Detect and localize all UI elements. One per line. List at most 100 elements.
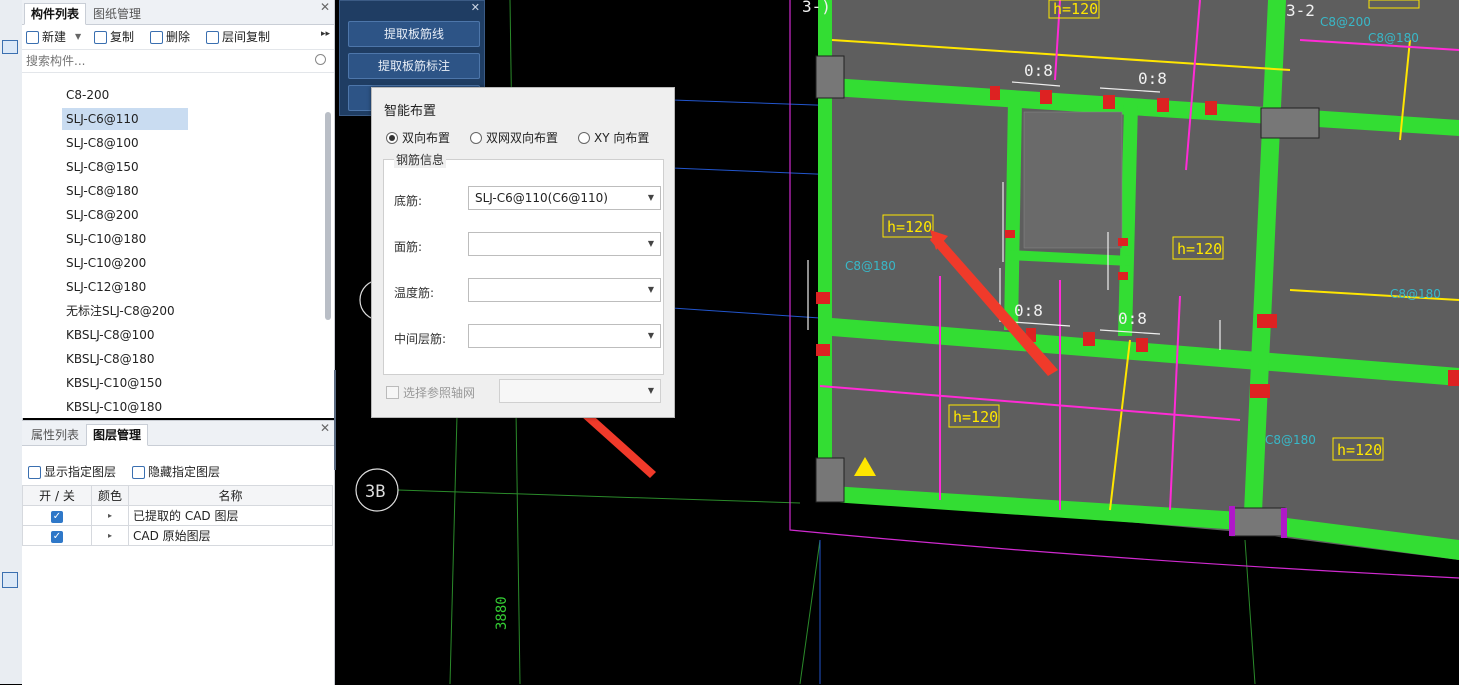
radio-double-net[interactable]: 双网双向布置 xyxy=(470,129,558,146)
table-row[interactable]: ✓ ▸ CAD 原始图层 xyxy=(22,525,333,546)
list-item[interactable]: SLJ-C10@180 xyxy=(62,228,150,250)
list-item[interactable]: SLJ-C10@200 xyxy=(62,252,150,274)
expand-icon[interactable]: ▸ xyxy=(91,525,129,546)
layers-hide-icon xyxy=(132,465,145,479)
svg-text:C8@180: C8@180 xyxy=(1390,287,1441,301)
strip-icon[interactable] xyxy=(2,40,18,54)
extract-slab-rebar-label-button[interactable]: 提取板筋标注 xyxy=(348,53,480,79)
checkbox-checked-icon[interactable]: ✓ xyxy=(51,531,63,543)
trash-icon xyxy=(150,30,163,44)
component-tabbar: 构件列表 图纸管理 ✕ xyxy=(22,0,334,25)
tab-properties[interactable]: 属性列表 xyxy=(24,424,86,446)
floor-copy-icon xyxy=(206,30,219,44)
temperature-rebar-label: 温度筋: xyxy=(394,286,435,300)
layer-tabbar: 属性列表 图层管理 ✕ xyxy=(22,421,334,446)
search-icon[interactable] xyxy=(315,54,326,65)
dim-label: 0:8 xyxy=(1024,61,1053,80)
top-rebar-label: 面筋: xyxy=(394,240,423,254)
axis-label: 3-) xyxy=(802,0,831,16)
checkbox-icon xyxy=(386,386,399,399)
svg-text:h=120: h=120 xyxy=(1053,0,1098,18)
component-list: C8-200 SLJ-C6@110 SLJ-C8@100 SLJ-C8@150 SLJ-… xyxy=(22,84,322,414)
bottom-rebar-select[interactable]: SLJ-C6@110(C6@110) ▼ xyxy=(468,186,661,210)
tab-layer-manage[interactable]: 图层管理 xyxy=(86,424,149,446)
radio-checked-icon xyxy=(386,131,398,144)
list-item[interactable]: SLJ-C8@150 xyxy=(62,156,143,178)
radio-label: 双向布置 xyxy=(402,131,451,145)
svg-text:h=120: h=120 xyxy=(1177,240,1222,258)
chevron-down-icon[interactable]: ▼ xyxy=(75,28,81,46)
close-icon[interactable]: ✕ xyxy=(471,1,480,14)
hatch-region xyxy=(1023,111,1123,249)
radio-label: 双网双向布置 xyxy=(486,131,559,145)
ref-axis-select[interactable]: ▼ xyxy=(499,379,661,403)
ref-axis-label: 选择参照轴网 xyxy=(403,386,476,400)
axis-label: 3-2 xyxy=(1286,1,1315,20)
group-title: 钢筋信息 xyxy=(394,151,447,168)
copy-label: 复制 xyxy=(110,30,135,44)
left-nav-strip xyxy=(0,0,23,684)
list-item[interactable]: KBSLJ-C10@180 xyxy=(62,396,166,418)
floor-copy-label: 层间复制 xyxy=(222,30,271,44)
hide-layers-button[interactable]: 隐藏指定图层 xyxy=(132,463,220,481)
ref-axis-checkbox[interactable]: 选择参照轴网 xyxy=(386,384,475,401)
more-icon[interactable]: ▸▸ xyxy=(321,29,330,39)
svg-text:3B: 3B xyxy=(365,482,385,502)
new-label: 新建 xyxy=(42,30,67,44)
list-scrollbar[interactable] xyxy=(325,112,331,320)
layer-name: CAD 原始图层 xyxy=(128,525,333,546)
rebar-info-group: 钢筋信息 底筋: SLJ-C6@110(C6@110) ▼ 面筋: ▼ 温度筋: … xyxy=(383,151,664,375)
list-item[interactable]: SLJ-C8@180 xyxy=(62,180,143,202)
list-item[interactable]: C8-200 xyxy=(62,84,113,106)
svg-text:h=120: h=120 xyxy=(1337,441,1382,459)
radio-xy[interactable]: XY 向布置 xyxy=(578,129,649,146)
svg-text:C8@180: C8@180 xyxy=(845,259,896,273)
list-item[interactable]: KBSLJ-C8@100 xyxy=(62,324,159,346)
smart-layout-dialog: 智能布置 双向布置 双网双向布置 XY 向布置 钢筋信息 底筋: SLJ-C6@… xyxy=(371,87,675,418)
dim-3880: 3880 xyxy=(494,596,510,630)
list-item[interactable]: SLJ-C8@100 xyxy=(62,132,143,154)
expand-icon[interactable]: ▸ xyxy=(91,505,129,526)
top-rebar-select[interactable]: ▼ xyxy=(468,232,661,256)
tab-component-list[interactable]: 构件列表 xyxy=(24,3,87,25)
new-button[interactable]: 新建 ▼ xyxy=(26,28,81,46)
radio-label: XY 向布置 xyxy=(594,131,650,145)
svg-text:h=120: h=120 xyxy=(953,408,998,426)
list-item[interactable]: SLJ-C8@200 xyxy=(62,204,143,226)
list-item[interactable]: SLJ-C6@110 xyxy=(62,108,188,130)
component-toolbar: 新建 ▼ 复制 删除 层间复制 ▸▸ xyxy=(22,25,334,50)
checkbox-checked-icon[interactable]: ✓ xyxy=(51,511,63,523)
svg-text:C8@180: C8@180 xyxy=(1368,31,1419,45)
list-item[interactable]: KBSLJ-C8@180 xyxy=(62,348,159,370)
show-layers-button[interactable]: 显示指定图层 xyxy=(28,463,116,481)
list-item[interactable]: 无标注SLJ-C8@200 xyxy=(62,300,179,322)
copy-button[interactable]: 复制 xyxy=(94,28,134,46)
middle-rebar-label: 中间层筋: xyxy=(394,332,447,346)
dim-label: 0:8 xyxy=(1014,301,1043,320)
delete-button[interactable]: 删除 xyxy=(150,28,190,46)
radio-bidirectional[interactable]: 双向布置 xyxy=(386,129,450,146)
chevron-down-icon: ▼ xyxy=(647,239,654,248)
close-icon[interactable]: ✕ xyxy=(320,0,330,14)
floor-copy-button[interactable]: 层间复制 xyxy=(206,28,270,46)
strip-icon[interactable] xyxy=(2,572,18,588)
search-input[interactable] xyxy=(24,52,308,70)
copy-icon xyxy=(94,30,107,44)
new-file-icon xyxy=(26,30,39,44)
dim-label: 0:8 xyxy=(1138,69,1167,88)
layer-name: 已提取的 CAD 图层 xyxy=(128,505,333,526)
column-accent xyxy=(1281,508,1287,538)
radio-icon xyxy=(578,131,590,144)
radio-icon xyxy=(470,131,482,144)
extract-slab-rebar-line-button[interactable]: 提取板筋线 xyxy=(348,21,480,47)
tab-drawing-manage[interactable]: 图纸管理 xyxy=(86,3,148,25)
middle-rebar-select[interactable]: ▼ xyxy=(468,324,661,348)
temperature-rebar-select[interactable]: ▼ xyxy=(468,278,661,302)
svg-text:C8@200: C8@200 xyxy=(1320,15,1371,29)
bottom-rebar-value: SLJ-C6@110(C6@110) xyxy=(475,191,608,205)
list-item[interactable]: KBSLJ-C10@150 xyxy=(62,372,166,394)
close-icon[interactable]: ✕ xyxy=(320,421,330,435)
table-row[interactable]: ✓ ▸ 已提取的 CAD 图层 xyxy=(22,505,333,526)
list-item[interactable]: SLJ-C12@180 xyxy=(62,276,150,298)
chevron-down-icon: ▼ xyxy=(647,193,654,202)
